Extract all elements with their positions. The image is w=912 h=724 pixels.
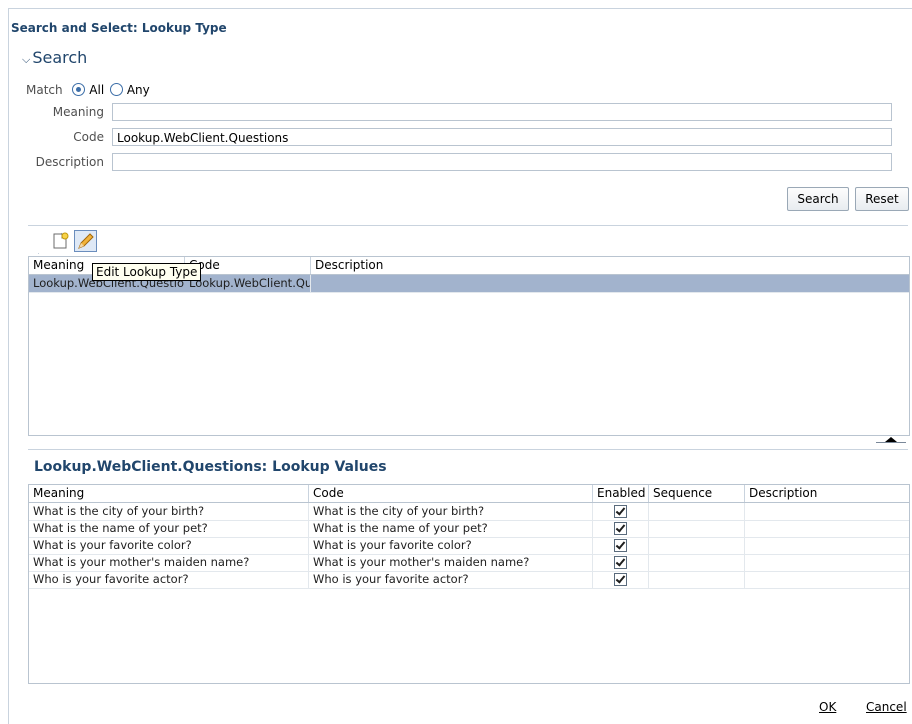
- code-field[interactable]: Lookup.WebClient.Questions: [112, 128, 892, 146]
- collapse-icon[interactable]: ⌵: [22, 53, 30, 66]
- row-description: [311, 275, 909, 292]
- match-any-radio[interactable]: Any: [110, 83, 150, 97]
- search-button[interactable]: Search: [787, 187, 849, 211]
- col-description[interactable]: Description: [311, 257, 909, 274]
- create-lookup-type-button[interactable]: [50, 231, 72, 251]
- edit-lookup-type-button[interactable]: [74, 230, 97, 252]
- meaning-label: Meaning: [52, 105, 104, 119]
- cell-sequence: [649, 554, 745, 571]
- col-meaning[interactable]: Meaning: [29, 485, 309, 502]
- row-code: Lookup.WebClient.Qu: [185, 275, 311, 292]
- cell-enabled: [593, 520, 649, 537]
- checkbox-checked-icon[interactable]: [614, 539, 627, 552]
- checkbox-checked-icon[interactable]: [614, 522, 627, 535]
- splitter-handle[interactable]: [876, 432, 906, 443]
- checkbox-checked-icon[interactable]: [614, 556, 627, 569]
- cancel-button[interactable]: Cancel: [866, 700, 907, 714]
- cell-enabled: [593, 503, 649, 520]
- cell-sequence: [649, 520, 745, 537]
- lookup-values-title: Lookup.WebClient.Questions: Lookup Value…: [34, 459, 387, 475]
- col-sequence[interactable]: Sequence: [649, 485, 745, 502]
- match-any-label: Any: [126, 83, 150, 97]
- toolbar-divider: [38, 253, 39, 254]
- cell-enabled: [593, 537, 649, 554]
- table-row[interactable]: What is your favorite color? What is your…: [29, 537, 909, 555]
- ok-button[interactable]: OK: [819, 700, 836, 714]
- cell-code: What is your mother's maiden name?: [309, 554, 593, 571]
- checkbox-checked-icon[interactable]: [614, 505, 627, 518]
- match-label: Match: [26, 83, 63, 97]
- cell-code: What is the name of your pet?: [309, 520, 593, 537]
- new-document-icon: [53, 232, 69, 249]
- cell-meaning: Who is your favorite actor?: [29, 571, 309, 588]
- results-table: Meaning Code Description Lookup.WebClien…: [28, 256, 910, 436]
- cell-description: [745, 503, 909, 520]
- cell-meaning: What is the name of your pet?: [29, 520, 309, 537]
- code-label: Code: [73, 130, 104, 144]
- table-row[interactable]: What is the name of your pet? What is the…: [29, 520, 909, 538]
- cell-meaning: What is the city of your birth?: [29, 503, 309, 520]
- edit-tooltip: Edit Lookup Type: [92, 263, 202, 281]
- lookup-values-table: Meaning Code Enabled Sequence Descriptio…: [28, 484, 910, 684]
- cell-code: What is the city of your birth?: [309, 503, 593, 520]
- cell-code: What is your favorite color?: [309, 537, 593, 554]
- search-header-label: Search: [32, 48, 88, 67]
- search-section-header[interactable]: ⌵ Search: [22, 48, 87, 67]
- checkbox-checked-icon[interactable]: [614, 573, 627, 586]
- match-row: Match All Any: [26, 83, 150, 97]
- meaning-field[interactable]: [112, 103, 892, 121]
- radio-checked-icon: [72, 83, 86, 96]
- cell-code: Who is your favorite actor?: [309, 571, 593, 588]
- table-row[interactable]: Who is your favorite actor? Who is your f…: [29, 571, 909, 589]
- cell-enabled: [593, 554, 649, 571]
- col-code[interactable]: Code: [185, 257, 311, 274]
- cell-description: [745, 537, 909, 554]
- pencil-icon: [78, 233, 94, 249]
- table-row[interactable]: What is the city of your birth? What is t…: [29, 503, 909, 521]
- reset-button[interactable]: Reset: [855, 187, 909, 211]
- dialog-title: Search and Select: Lookup Type: [11, 21, 227, 35]
- cell-description: [745, 520, 909, 537]
- description-field[interactable]: [112, 153, 892, 171]
- match-all-radio[interactable]: All: [72, 83, 104, 97]
- cell-meaning: What is your mother's maiden name?: [29, 554, 309, 571]
- cell-sequence: [649, 537, 745, 554]
- cell-description: [745, 571, 909, 588]
- divider: [28, 449, 908, 450]
- divider: [28, 225, 908, 226]
- table-row[interactable]: What is your mother's maiden name? What i…: [29, 554, 909, 572]
- radio-unchecked-icon: [110, 83, 123, 96]
- cell-meaning: What is your favorite color?: [29, 537, 309, 554]
- col-description[interactable]: Description: [745, 485, 909, 502]
- cell-description: [745, 554, 909, 571]
- cell-enabled: [593, 571, 649, 588]
- col-code[interactable]: Code: [309, 485, 593, 502]
- match-all-label: All: [89, 83, 105, 97]
- col-enabled[interactable]: Enabled: [593, 485, 649, 502]
- cell-sequence: [649, 503, 745, 520]
- collapse-arrow-icon: [876, 437, 906, 443]
- values-header: Meaning Code Enabled Sequence Descriptio…: [29, 485, 909, 503]
- description-label: Description: [35, 155, 104, 169]
- cell-sequence: [649, 571, 745, 588]
